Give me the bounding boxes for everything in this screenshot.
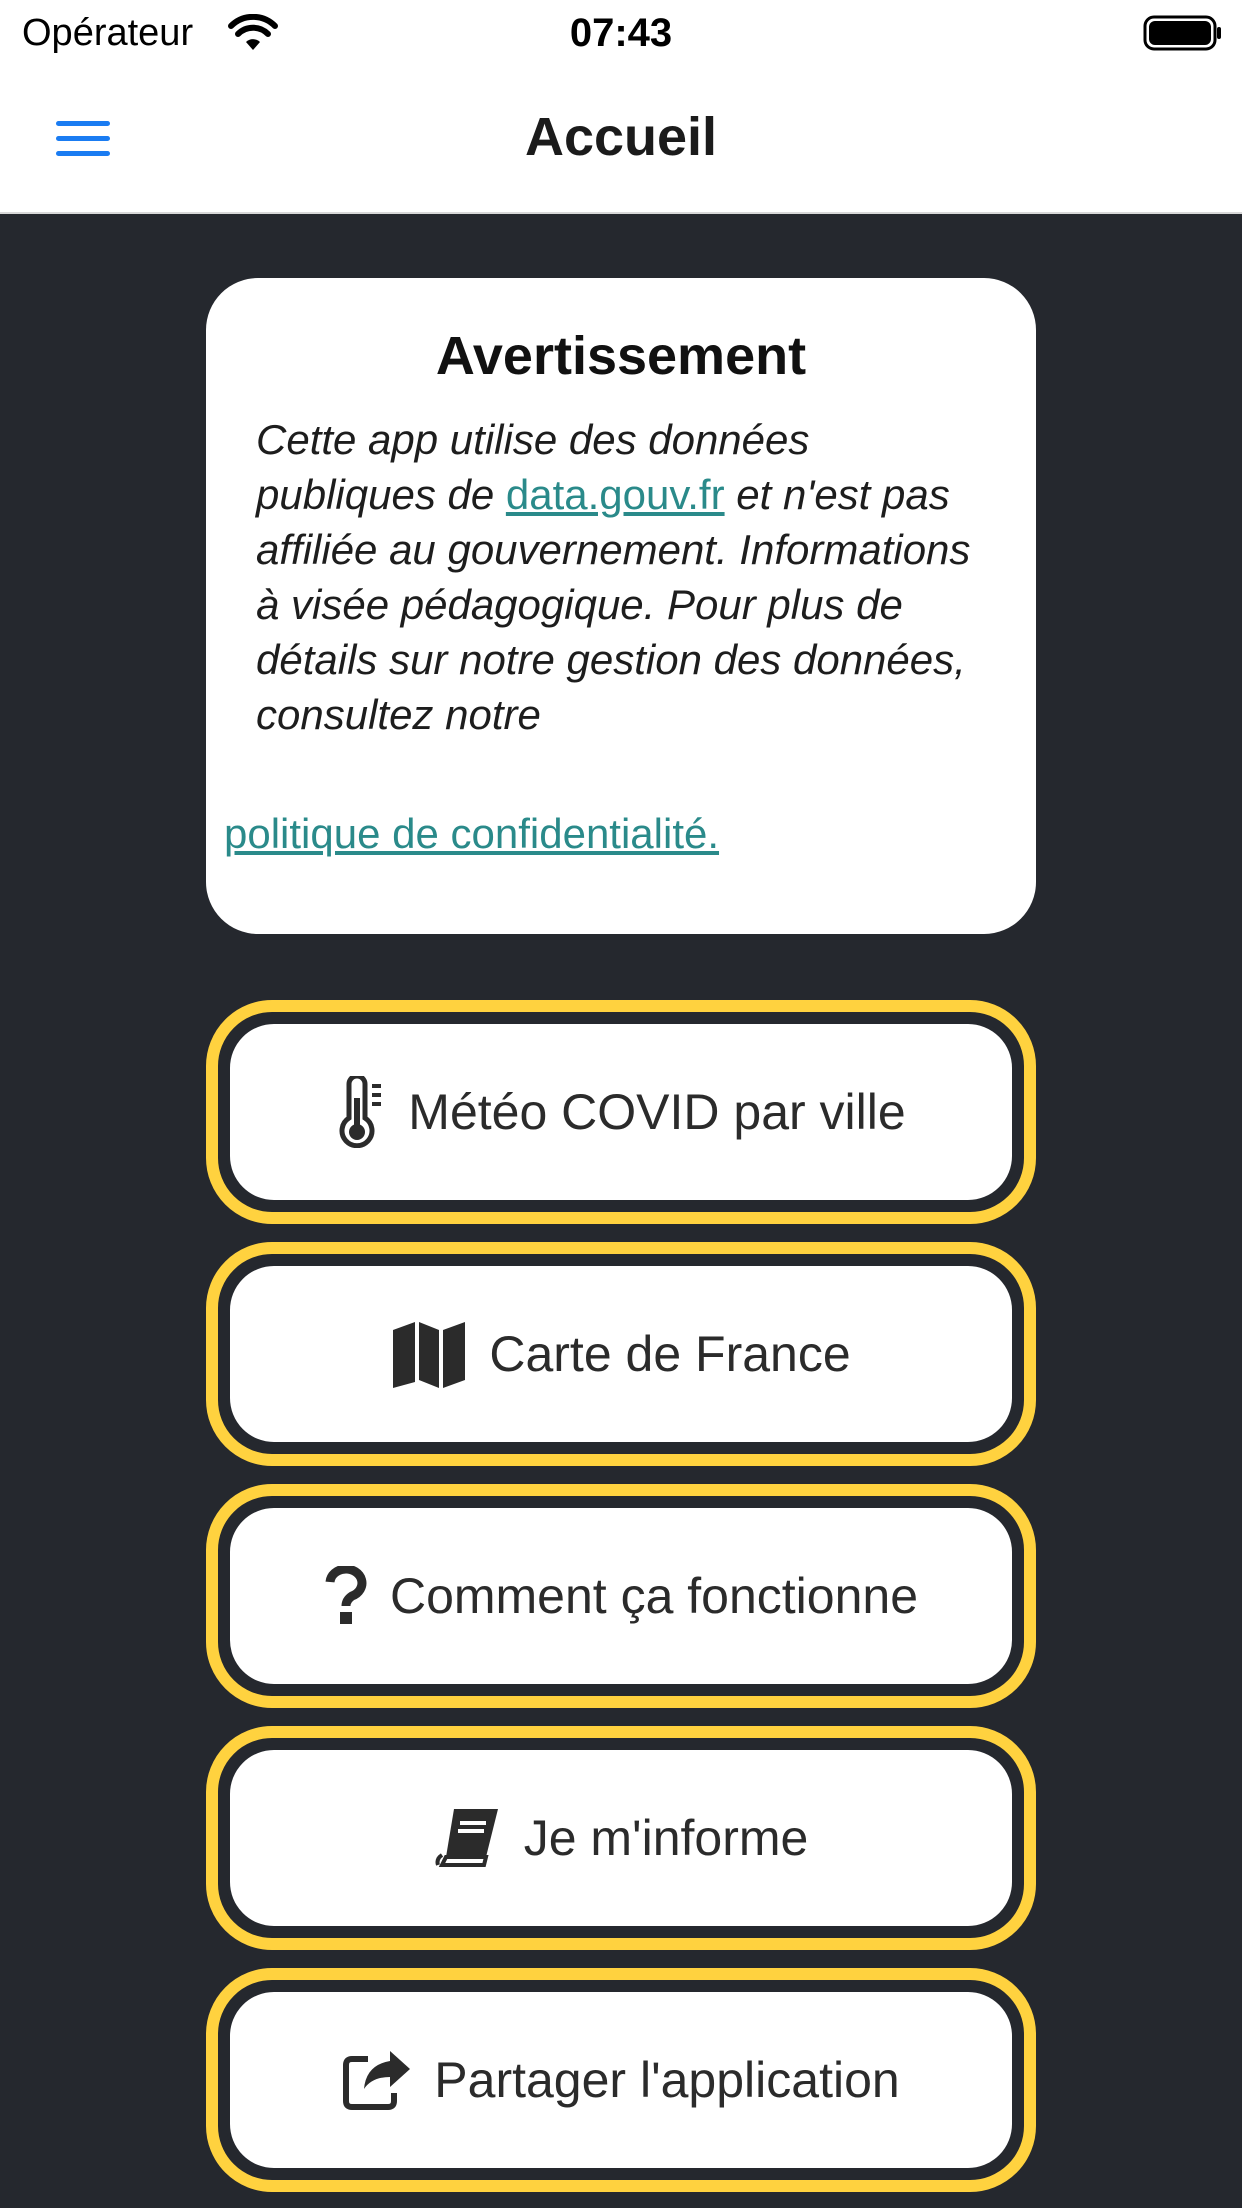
status-bar: Opérateur 07:43 xyxy=(0,0,1242,66)
share-app-button-face[interactable]: Partager l'application xyxy=(226,1988,1016,2172)
data-gouv-link[interactable]: data.gouv.fr xyxy=(506,471,725,518)
france-map-button[interactable]: Carte de France xyxy=(206,1242,1036,1466)
battery-icon xyxy=(1143,15,1221,51)
book-icon xyxy=(434,1803,502,1873)
status-time: 07:43 xyxy=(569,11,673,55)
share-app-button[interactable]: Partager l'application xyxy=(206,1968,1036,2192)
navigation-bar: Accueil xyxy=(0,66,1242,214)
france-map-label: Carte de France xyxy=(489,1326,851,1382)
question-icon xyxy=(324,1561,368,1631)
thermometer-icon xyxy=(336,1076,386,1148)
share-app-label: Partager l'application xyxy=(434,2052,900,2108)
warning-title: Avertissement xyxy=(435,326,807,386)
how-it-works-button[interactable]: Comment ça fonctionne xyxy=(206,1484,1036,1708)
covid-weather-label: Météo COVID par ville xyxy=(408,1084,906,1140)
map-icon xyxy=(391,1319,467,1389)
how-it-works-button-face[interactable]: Comment ça fonctionne xyxy=(226,1504,1016,1688)
share-icon xyxy=(342,2045,412,2115)
warning-card: Avertissement Cette app utilise des donn… xyxy=(206,278,1036,934)
france-map-button-face[interactable]: Carte de France xyxy=(226,1262,1016,1446)
covid-weather-button[interactable]: Météo COVID par ville xyxy=(206,1000,1036,1224)
information-button[interactable]: Je m'informe xyxy=(206,1726,1036,1950)
warning-text: Cette app utilise des données publiques … xyxy=(256,412,996,742)
how-it-works-label: Comment ça fonctionne xyxy=(389,1568,919,1624)
information-label: Je m'informe xyxy=(523,1810,809,1866)
privacy-policy-link[interactable]: politique de confidentialité. xyxy=(224,806,719,862)
covid-weather-button-face[interactable]: Météo COVID par ville xyxy=(226,1020,1016,1204)
information-button-face[interactable]: Je m'informe xyxy=(226,1746,1016,1930)
page-title: Accueil xyxy=(524,107,718,167)
